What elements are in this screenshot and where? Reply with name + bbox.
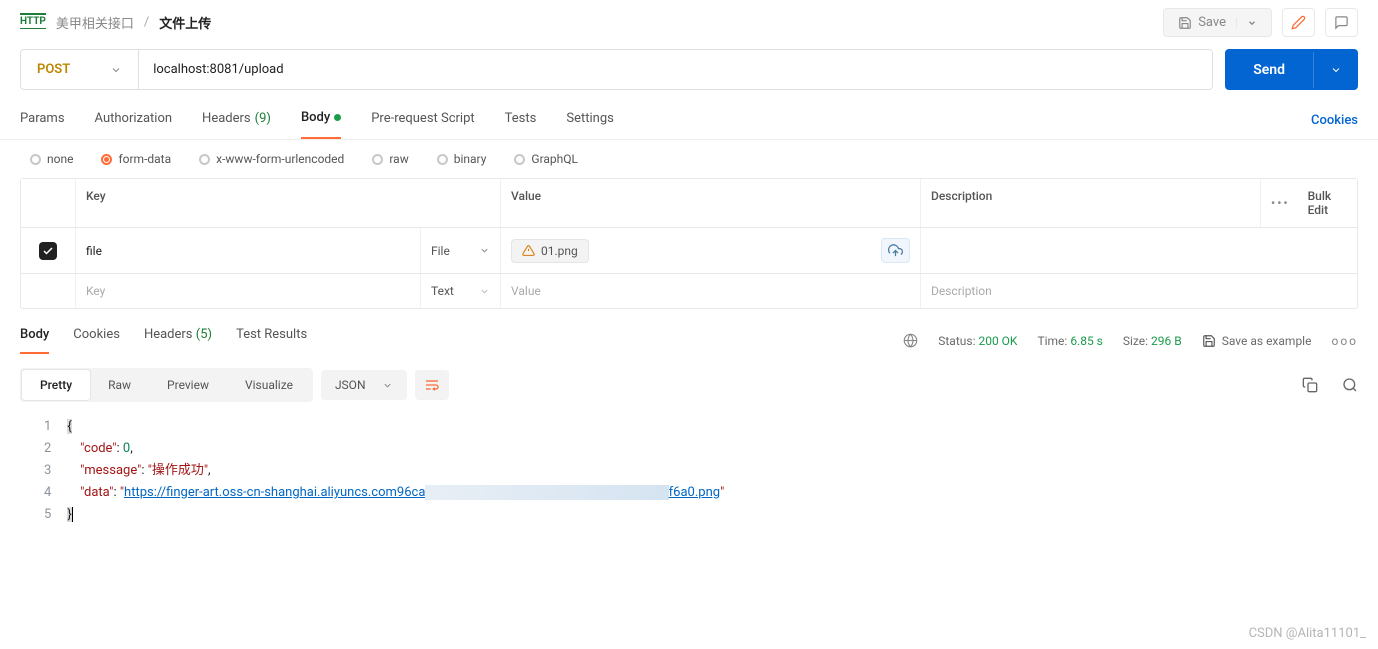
bulk-edit-link[interactable]: Bulk Edit	[1308, 189, 1349, 217]
save-icon	[1178, 16, 1192, 30]
globe-icon[interactable]	[903, 333, 918, 348]
response-tabs: Body Cookies Headers (5) Test Results	[20, 327, 307, 354]
chevron-down-icon	[479, 286, 490, 297]
breadcrumb-separator: /	[144, 15, 149, 30]
wrap-icon	[424, 377, 440, 393]
response-toolbar: Pretty Raw Preview Visualize JSON	[0, 362, 1378, 412]
send-caret-icon[interactable]	[1313, 52, 1358, 88]
save-as-example[interactable]: Save as example	[1202, 334, 1312, 348]
response-meta: Status: 200 OK Time: 6.85 s Size: 296 B …	[903, 333, 1358, 348]
url-bar: POST Send	[20, 49, 1358, 90]
resp-tab-testresults[interactable]: Test Results	[236, 327, 307, 354]
url-input[interactable]	[139, 50, 1212, 89]
description-input[interactable]	[921, 228, 1361, 273]
copy-icon[interactable]	[1302, 377, 1318, 393]
tab-authorization[interactable]: Authorization	[95, 102, 173, 139]
table-row-placeholder: Key Text Value Description	[21, 274, 1357, 308]
warning-icon	[522, 244, 535, 257]
wrap-button[interactable]	[415, 370, 449, 400]
th-key: Key	[76, 179, 501, 227]
resp-tab-body[interactable]: Body	[20, 327, 49, 354]
pencil-icon	[1291, 15, 1306, 30]
th-value: Value	[501, 179, 921, 227]
radio-form-data[interactable]: form-data	[101, 152, 171, 166]
more-icon[interactable]: •••	[1271, 196, 1290, 210]
radio-raw[interactable]: raw	[372, 152, 408, 166]
check-icon	[42, 245, 54, 257]
save-label: Save	[1198, 15, 1226, 30]
comment-icon	[1334, 15, 1349, 30]
upload-icon	[888, 243, 903, 258]
view-preview[interactable]: Preview	[149, 370, 227, 400]
edit-button[interactable]	[1282, 8, 1315, 37]
breadcrumb-current: 文件上传	[159, 13, 211, 32]
method-label: POST	[37, 62, 70, 77]
request-tabs: Params Authorization Headers (9) Body Pr…	[0, 102, 1378, 140]
search-icon[interactable]	[1342, 377, 1358, 393]
resp-tab-cookies[interactable]: Cookies	[73, 327, 120, 354]
response-body-code[interactable]: 12345 { "code": 0, "message": "操作成功", "d…	[0, 412, 1378, 530]
send-label: Send	[1225, 50, 1313, 90]
row-checkbox[interactable]	[39, 242, 57, 260]
tab-settings[interactable]: Settings	[566, 102, 613, 139]
view-visualize[interactable]: Visualize	[227, 370, 311, 400]
save-button[interactable]: Save	[1163, 8, 1272, 37]
header-actions: Save	[1163, 8, 1358, 37]
chevron-down-icon	[382, 380, 393, 391]
watermark: CSDN @Alita11101_	[1249, 626, 1366, 641]
type-select[interactable]: File	[431, 244, 490, 258]
chevron-down-icon	[110, 64, 122, 76]
upload-button[interactable]	[881, 238, 910, 263]
line-gutter: 12345	[20, 412, 67, 530]
http-badge: HTTP	[20, 16, 46, 29]
type-placeholder[interactable]: Text	[431, 284, 490, 298]
formdata-table: Key Value Description ••• Bulk Edit file…	[20, 178, 1358, 309]
method-url-container: POST	[20, 49, 1213, 90]
radio-binary[interactable]: binary	[437, 152, 487, 166]
radio-graphql[interactable]: GraphQL	[514, 152, 578, 166]
tab-headers[interactable]: Headers (9)	[202, 102, 271, 139]
key-placeholder[interactable]: Key	[76, 274, 421, 308]
view-pretty[interactable]: Pretty	[22, 370, 90, 400]
method-select[interactable]: POST	[21, 50, 139, 89]
cookies-link[interactable]: Cookies	[1311, 105, 1358, 136]
desc-placeholder[interactable]: Description	[921, 274, 1361, 308]
radio-xwww[interactable]: x-www-form-urlencoded	[199, 152, 344, 166]
view-raw[interactable]: Raw	[90, 370, 149, 400]
save-caret-icon[interactable]	[1236, 18, 1257, 28]
tab-tests[interactable]: Tests	[505, 102, 537, 139]
radio-none[interactable]: none	[30, 152, 73, 166]
comment-button[interactable]	[1325, 8, 1358, 37]
header: HTTP 美甲相关接口 / 文件上传 Save	[0, 0, 1378, 45]
value-placeholder[interactable]: Value	[501, 274, 921, 308]
table-header: Key Value Description ••• Bulk Edit	[21, 179, 1357, 228]
file-chip[interactable]: 01.png	[511, 239, 589, 263]
format-select[interactable]: JSON	[321, 370, 407, 400]
save-icon	[1202, 334, 1216, 348]
tab-params[interactable]: Params	[20, 102, 65, 139]
breadcrumb-parent[interactable]: 美甲相关接口	[56, 13, 134, 32]
send-button[interactable]: Send	[1225, 49, 1358, 90]
response-bar: Body Cookies Headers (5) Test Results St…	[0, 309, 1378, 362]
dot-indicator-icon	[334, 114, 341, 121]
key-input[interactable]: file	[76, 228, 421, 273]
file-name: 01.png	[541, 244, 578, 258]
tab-prerequest[interactable]: Pre-request Script	[371, 102, 474, 139]
tab-body[interactable]: Body	[301, 102, 341, 139]
th-description: Description	[921, 179, 1261, 227]
more-icon[interactable]: ooo	[1331, 334, 1358, 348]
body-type-radios: none form-data x-www-form-urlencoded raw…	[0, 140, 1378, 178]
chevron-down-icon	[479, 245, 490, 256]
breadcrumb: HTTP 美甲相关接口 / 文件上传	[20, 13, 211, 32]
view-segment: Pretty Raw Preview Visualize	[20, 368, 313, 402]
resp-tab-headers[interactable]: Headers (5)	[144, 327, 212, 354]
table-row: file File 01.png	[21, 228, 1357, 274]
